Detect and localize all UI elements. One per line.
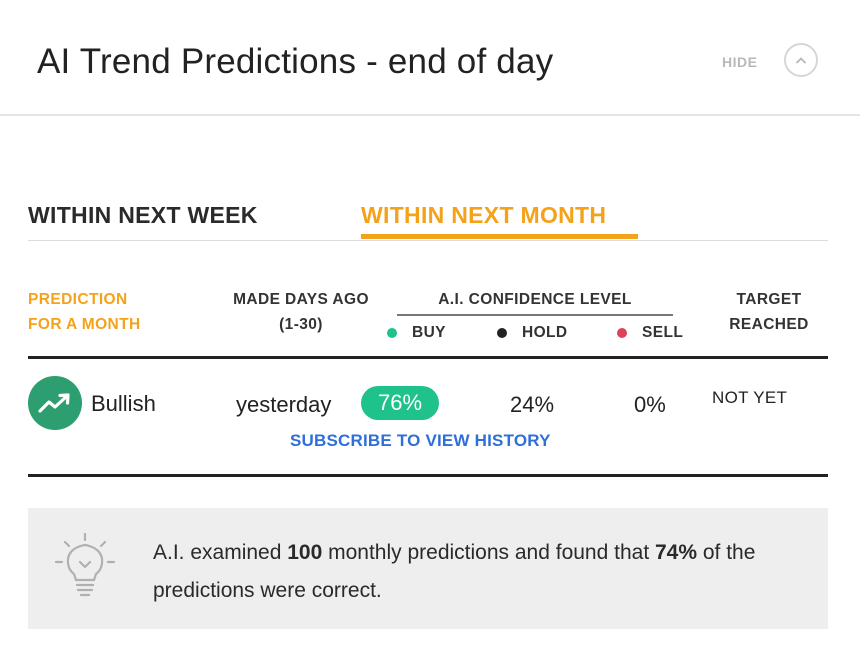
trending-up-icon — [28, 376, 82, 430]
examined-count: 100 — [287, 541, 323, 564]
chevron-up-icon — [795, 51, 807, 69]
column-header-line: FOR A MONTH — [28, 316, 141, 333]
confidence-header-rule — [397, 314, 673, 316]
hide-button[interactable]: HIDE — [722, 54, 757, 70]
legend-sell: SELL — [617, 324, 683, 342]
legend-label: HOLD — [522, 324, 568, 341]
column-header-line: (1-30) — [279, 316, 323, 333]
widget-header: AI Trend Predictions - end of day HIDE — [0, 0, 860, 116]
table-bottom-rule — [28, 474, 828, 477]
buy-dot-icon — [387, 328, 397, 338]
accuracy-info-box: A.I. examined 100 monthly predictions an… — [28, 508, 828, 629]
accuracy-summary-text: A.I. examined 100 monthly predictions an… — [153, 534, 793, 610]
accuracy-percent: 74% — [655, 541, 698, 564]
buy-confidence-badge: 76% — [361, 386, 439, 420]
lightbulb-icon — [50, 530, 120, 611]
sell-confidence-value: 0% — [634, 392, 666, 417]
made-days-ago-value: yesterday — [236, 392, 332, 417]
prediction-tabs: WITHIN NEXT WEEK WITHIN NEXT MONTH — [28, 196, 828, 241]
column-header-line: MADE DAYS AGO — [233, 291, 369, 308]
hold-dot-icon — [497, 328, 507, 338]
collapse-button[interactable] — [784, 43, 818, 77]
active-tab-indicator — [361, 234, 638, 239]
legend-label: SELL — [642, 324, 684, 341]
legend-buy: BUY — [387, 324, 446, 342]
legend-label: BUY — [412, 324, 446, 341]
tab-within-next-month[interactable]: WITHIN NEXT MONTH — [361, 202, 606, 229]
column-header-target-reached: TARGET REACHED — [705, 287, 833, 337]
hold-confidence-value: 24% — [510, 392, 555, 417]
column-header-prediction: PREDICTION FOR A MONTH — [28, 287, 141, 337]
column-header-line: PREDICTION — [28, 291, 128, 308]
column-header-confidence: A.I. CONFIDENCE LEVEL — [438, 291, 632, 308]
summary-text: A.I. examined — [153, 541, 288, 564]
prediction-value: Bullish — [91, 391, 156, 416]
column-header-made-days-ago: MADE DAYS AGO (1-30) — [222, 287, 380, 337]
subscribe-history-link[interactable]: SUBSCRIBE TO VIEW HISTORY — [290, 431, 551, 451]
column-header-line: REACHED — [729, 316, 809, 333]
target-reached-value: NOT YET — [712, 388, 788, 407]
column-header-line: TARGET — [736, 291, 802, 308]
tab-within-next-week[interactable]: WITHIN NEXT WEEK — [28, 202, 258, 229]
page-title: AI Trend Predictions - end of day — [37, 42, 554, 81]
legend-hold: HOLD — [497, 324, 568, 342]
sell-dot-icon — [617, 328, 627, 338]
summary-text: monthly predictions and found that — [322, 541, 655, 564]
table-top-rule — [28, 356, 828, 359]
